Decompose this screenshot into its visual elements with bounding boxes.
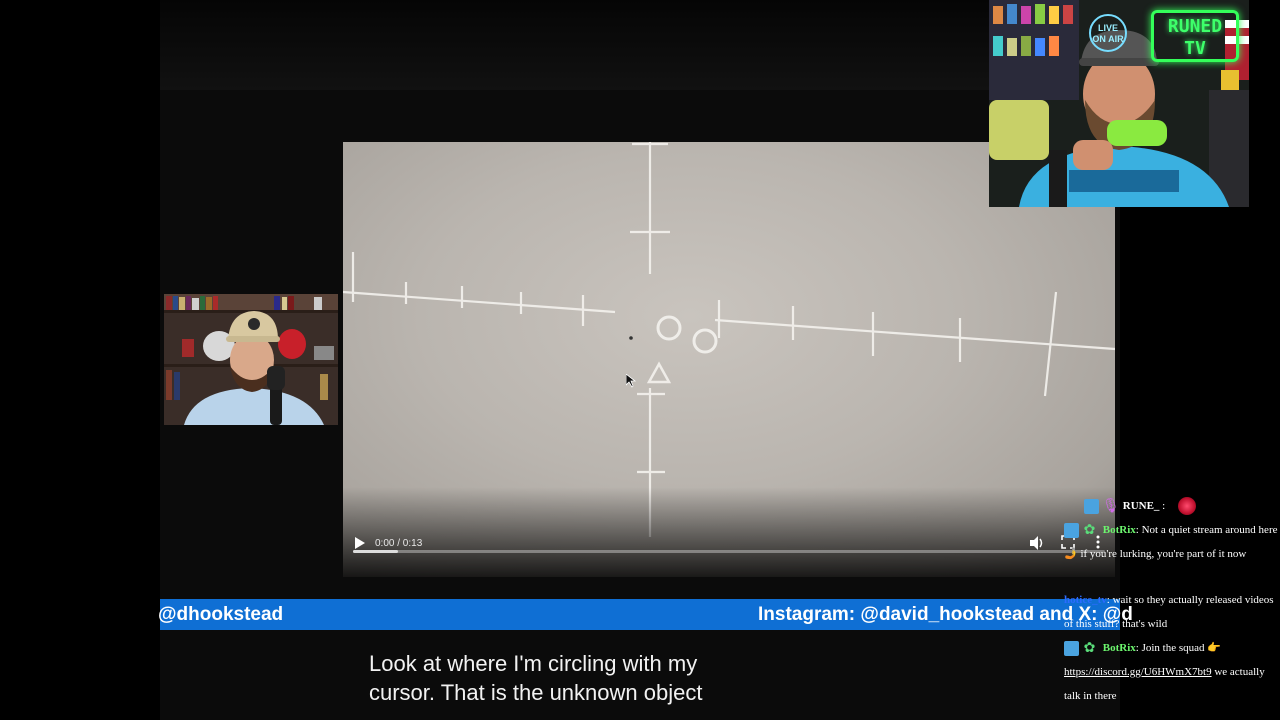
video-controls: 0:00 / 0:13 xyxy=(343,523,1115,563)
video-player[interactable]: 0:00 / 0:13 xyxy=(343,142,1115,577)
chat-message: 🎙 RUNE_ : xyxy=(1064,494,1280,518)
guest-webcam xyxy=(164,294,338,425)
mouse-cursor-icon xyxy=(626,374,636,388)
play-icon[interactable] xyxy=(353,535,367,551)
chat-separator: : xyxy=(1135,524,1139,536)
live-caption: Look at where I'm circling with my curso… xyxy=(369,649,769,707)
video-time: 0:00 / 0:13 xyxy=(375,538,423,549)
sword-badge-icon xyxy=(1064,640,1079,656)
social-banner: @dhookstead Instagram: @david_hookstead … xyxy=(158,599,1133,630)
chat-username: RUNE_ xyxy=(1122,500,1160,512)
discord-link[interactable]: https://discord.gg/U6HWmX7bt9 xyxy=(1064,666,1212,678)
verified-badge-icon: ✿ xyxy=(1083,640,1096,656)
stage-top-bar xyxy=(160,0,1120,90)
caption-line-2: cursor. That is the unknown object xyxy=(369,680,703,705)
microphone-badge-icon: 🎙 xyxy=(1102,498,1120,514)
sword-badge-icon xyxy=(1084,498,1099,514)
banner-handle: @dhookstead xyxy=(158,604,284,625)
chat-message: ✿ BotRix: Not a quiet stream around here… xyxy=(1064,518,1280,566)
chat-text: Join the squad 👉 xyxy=(1138,642,1221,654)
chat-overlay: 🎙 RUNE_ : ✿ BotRix: Not a quiet stream a… xyxy=(1064,494,1280,708)
caption-line-1: Look at where I'm circling with my xyxy=(369,651,698,676)
live-neon-sign: LIVE ON AIR xyxy=(1089,14,1127,52)
volume-icon[interactable] xyxy=(1029,535,1045,551)
sword-badge-icon xyxy=(1064,522,1079,538)
chat-message: hotice_tv: wait so they actually release… xyxy=(1064,588,1280,636)
emote-icon xyxy=(1177,497,1196,516)
verified-badge-icon: ✿ xyxy=(1083,522,1096,538)
video-progress-fill xyxy=(353,550,399,553)
neon-sign-line2: TV xyxy=(1184,38,1206,59)
chat-separator: : xyxy=(1159,500,1166,512)
chat-username: hotice_tv xyxy=(1064,594,1107,606)
streamer-webcam: LIVE ON AIR RUNED TV xyxy=(989,0,1249,207)
neon-sign-line1: RUNED xyxy=(1167,16,1223,37)
chat-username: BotRix xyxy=(1102,642,1136,654)
chat-username: BotRix xyxy=(1102,524,1136,536)
guest-webcam-image xyxy=(164,294,338,425)
video-progress-bar[interactable] xyxy=(353,550,1105,553)
chat-message: ✿ BotRix: Join the squad 👉 https://disco… xyxy=(1064,636,1280,708)
runed-tv-neon-sign: RUNED TV xyxy=(1151,10,1239,62)
